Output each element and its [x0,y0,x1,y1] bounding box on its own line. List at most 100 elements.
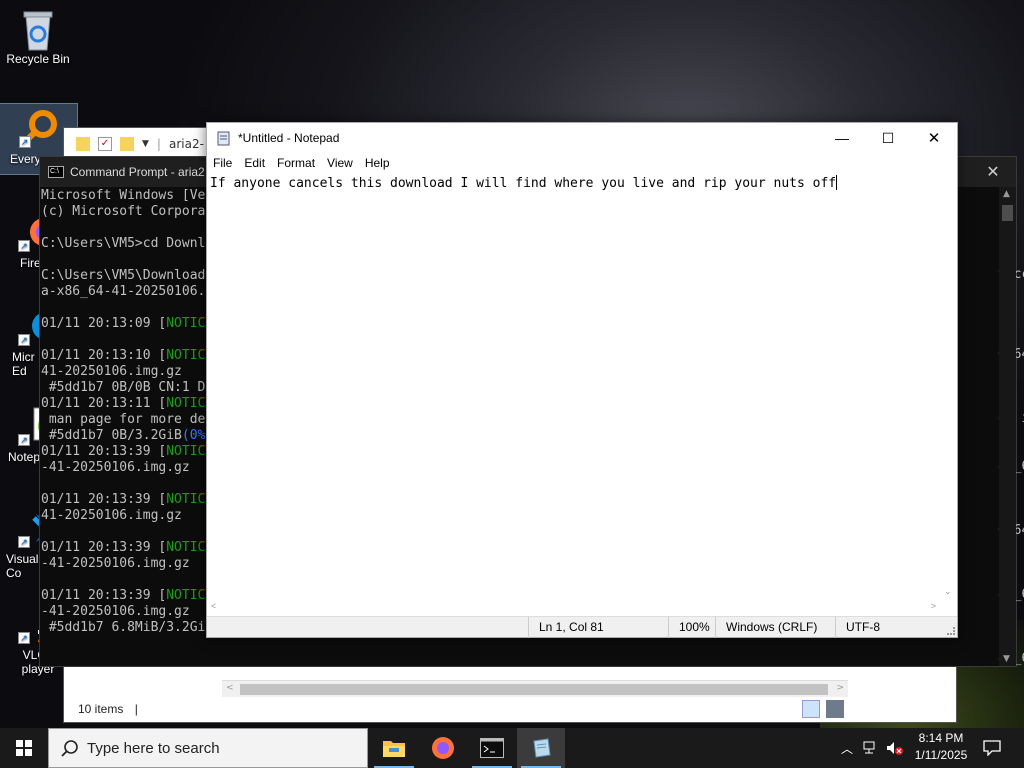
properties-icon[interactable]: ✓ [98,137,112,151]
cmd-line: C:\Users\VM5\Download [41,268,206,283]
shortcut-arrow-icon: ↗ [18,434,30,446]
scroll-right-icon[interactable]: > [931,601,936,611]
desktop-icon-label: Visual Co [6,552,39,580]
shortcut-arrow-icon: ↗ [18,240,30,252]
notepad-menu-bar: File Edit Format View Help [207,153,957,173]
taskbar-firefox[interactable] [419,728,467,768]
shortcut-arrow-icon: ↗ [18,136,31,148]
taskbar-search-box[interactable]: Type here to search [48,728,368,768]
cmd-title: Command Prompt - aria2 [70,165,205,179]
separator: | [156,137,161,151]
cmd-line: 41-20250106.img.gz [41,508,182,523]
network-icon[interactable] [860,728,882,768]
taskbar-notepad[interactable] [517,728,565,768]
cmd-line [41,572,205,588]
encoding: UTF-8 [835,617,880,638]
search-placeholder: Type here to search [87,739,220,757]
notepad-icon [216,130,232,146]
recycle-bin-icon [18,8,58,51]
menu-edit[interactable]: Edit [238,156,271,170]
menu-format[interactable]: Format [271,156,321,170]
scrollbar-thumb[interactable] [1002,205,1013,221]
cmd-line: 01/11 20:13:39 [NOTIC [41,492,206,507]
volume-muted-icon[interactable] [884,728,906,768]
shortcut-arrow-icon: ↗ [18,536,30,548]
explorer-title: aria2- [168,137,204,151]
item-count: 10 items [78,702,124,716]
explorer-horizontal-scrollbar[interactable]: < > [222,680,848,697]
cmd-icon: C:\ [48,166,64,178]
cmd-line: -41-20250106.img.gz [41,460,190,475]
line-ending: Windows (CRLF) [715,617,817,638]
details-view-icon[interactable] [802,700,820,718]
minimize-button[interactable]: — [819,123,865,153]
cmd-line: 01/11 20:13:39 [NOTIC [41,540,206,555]
notepad-vertical-scrollbar[interactable]: ⌄ [940,173,957,599]
cmd-line [41,252,205,268]
menu-help[interactable]: Help [359,156,396,170]
notepad-icon [533,738,551,758]
new-folder-icon[interactable] [120,137,134,151]
scroll-left-icon[interactable]: < [226,683,234,693]
clock-time: 8:14 PM [918,731,964,745]
cmd-vertical-scrollbar[interactable]: ▲ ▼ [999,187,1016,666]
desktop-icon-recycle-bin[interactable]: Recycle Bin [0,8,76,66]
close-button[interactable]: ✕ [911,123,957,153]
taskbar-command-prompt[interactable] [468,728,516,768]
everything-search-icon: ↗ [18,108,59,148]
desktop-icon-label: Recycle Bin [6,52,70,66]
chevron-down-icon[interactable]: ▼ [142,139,149,149]
taskbar-file-explorer[interactable] [370,728,418,768]
windows-logo-icon [16,740,32,756]
folder-icon [383,741,405,757]
scroll-down-icon[interactable]: ⌄ [944,586,952,597]
terminal-icon [480,738,504,758]
close-icon[interactable]: ✕ [970,162,1016,182]
shortcut-arrow-icon: ↗ [18,632,30,644]
zoom-level: 100% [668,617,710,638]
cmd-line: 01/11 20:13:10 [NOTIC [41,348,206,363]
cmd-line: 01/11 20:13:09 [NOTIC [41,316,206,331]
notepad-horizontal-scrollbar[interactable]: < > [207,599,940,616]
cmd-line: C:\Users\VM5>cd Downl [41,236,206,251]
firefox-icon [432,737,454,759]
taskbar-clock[interactable]: 8:14 PM 1/11/2025 [906,730,976,764]
search-icon [61,740,78,757]
cmd-line: 01/11 20:13:39 [NOTIC [41,444,206,459]
cmd-output: Microsoft Windows [Ve (c) Microsoft Corpo… [41,188,205,636]
scroll-right-icon[interactable]: > [836,683,844,693]
maximize-button[interactable]: ☐ [865,123,911,153]
scroll-left-icon[interactable]: < [211,601,216,611]
cmd-line: 01/11 20:13:39 [NOTIC [41,588,206,603]
cmd-line: man page for more de [41,412,206,427]
cmd-line: a-x86_64-41-20250106. [41,284,206,299]
notepad-window[interactable]: *Untitled - Notepad — ☐ ✕ File Edit Form… [206,122,958,638]
cmd-line [41,476,205,492]
caret: | [134,702,138,716]
cmd-line [41,300,205,316]
notifications-icon[interactable] [978,728,1006,768]
large-icons-view-icon[interactable] [826,700,844,718]
cmd-line [41,332,205,348]
chevron-up-icon: ︿ [840,741,853,756]
cmd-line: 41-20250106.img.gz [41,364,182,379]
scroll-down-icon[interactable]: ▼ [1003,654,1010,664]
scrollbar-thumb[interactable] [240,684,828,695]
cmd-line: 01/11 20:13:11 [NOTIC [41,396,206,411]
menu-file[interactable]: File [207,156,238,170]
cmd-line: -41-20250106.img.gz [41,556,190,571]
cmd-line: Microsoft Windows [Ve [41,188,206,203]
start-button[interactable] [0,728,48,768]
notepad-status-bar: Ln 1, Col 81 100% Windows (CRLF) UTF-8 [207,616,957,638]
menu-view[interactable]: View [321,156,359,170]
cursor-position: Ln 1, Col 81 [528,617,604,638]
scroll-up-icon[interactable]: ▲ [1003,189,1010,199]
clock-date: 1/11/2025 [914,748,968,762]
resize-grip-icon[interactable] [947,627,955,635]
notepad-titlebar[interactable]: *Untitled - Notepad — ☐ ✕ [207,123,957,153]
notepad-text-area[interactable]: If anyone cancels this download I will f… [207,173,940,599]
cmd-line: (c) Microsoft Corpora [41,204,206,219]
show-hidden-icons-button[interactable]: ︿ [836,728,858,768]
cmd-line: #5dd1b7 6.8MiB/3.2Gi [41,620,206,635]
cmd-line [41,524,205,540]
